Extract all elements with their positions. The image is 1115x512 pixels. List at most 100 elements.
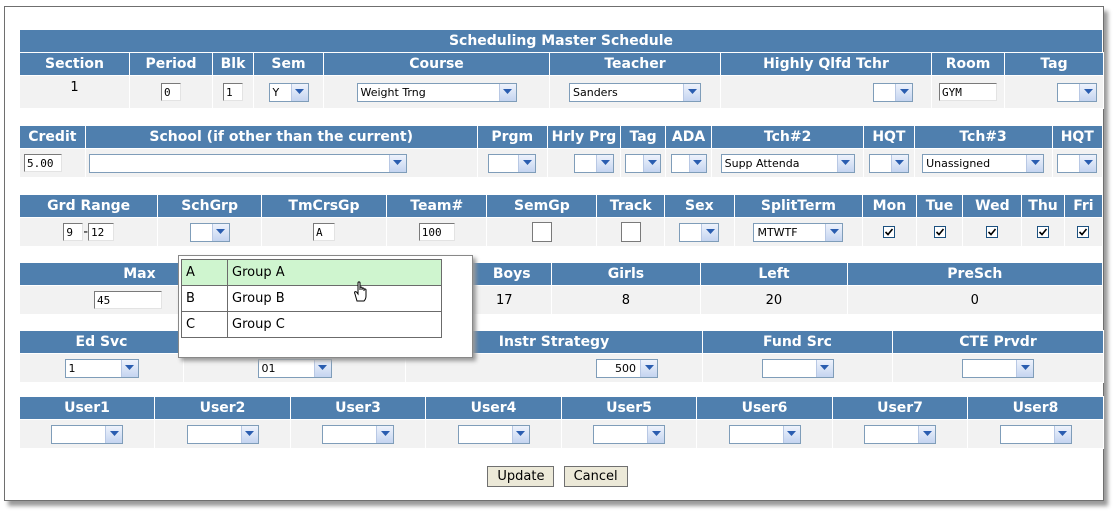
prgm-select[interactable]: [488, 153, 537, 173]
grade-table: Grd Range SchGrp TmCrsGp Team# SemGp Tra…: [18, 194, 1104, 247]
header-prgm: Prgm: [476, 125, 548, 149]
sem-value: Y: [272, 85, 280, 99]
tag-select[interactable]: [1057, 82, 1097, 102]
semgp-input[interactable]: [531, 222, 552, 242]
chevron-down-icon: [683, 83, 700, 101]
chevron-down-icon: [643, 154, 661, 172]
sex-select[interactable]: [679, 222, 720, 242]
chevron-down-icon: [511, 425, 529, 443]
ada-select[interactable]: [670, 153, 707, 173]
header-blk: Blk: [212, 52, 254, 76]
max-input[interactable]: 45: [94, 291, 162, 309]
team-input[interactable]: 100: [418, 223, 455, 241]
track-input[interactable]: [620, 222, 641, 242]
update-button[interactable]: Update: [487, 466, 555, 487]
thu-checkbox[interactable]: [1037, 226, 1050, 238]
user6-select[interactable]: [728, 424, 801, 444]
chevron-down-icon: [701, 223, 719, 241]
instr-strategy-select[interactable]: 500: [596, 358, 658, 378]
header-tmcrsgp: TmCrsGp: [260, 194, 388, 218]
ed-svc-select[interactable]: 1: [64, 358, 139, 378]
user7-select[interactable]: [864, 424, 936, 444]
schgrp-option-b[interactable]: B Group B: [181, 285, 442, 312]
header-credit: Credit: [19, 125, 86, 149]
sem-select[interactable]: Y: [268, 82, 309, 102]
tch3-select[interactable]: Unassigned: [922, 153, 1045, 173]
header-team: Team#: [386, 194, 488, 218]
wed-checkbox[interactable]: [986, 226, 999, 238]
chevron-down-icon: [120, 359, 138, 377]
header-teacher: Teacher: [549, 52, 721, 76]
header-thu: Thu: [1021, 194, 1065, 218]
splitterm-select[interactable]: MTWTF: [753, 222, 844, 242]
blk-input[interactable]: 1: [223, 83, 243, 101]
instr-strategy-value: 500: [615, 361, 636, 375]
user8-select[interactable]: [999, 424, 1072, 444]
section-table: Section Period Blk Sem Course Teacher Hi…: [19, 52, 1104, 109]
teacher-select[interactable]: Sanders: [569, 82, 701, 102]
header-grd-range: Grd Range: [18, 194, 159, 218]
chevron-down-icon: [836, 154, 854, 172]
header-tag2: Tag: [620, 125, 667, 149]
header-cte-prvdr: CTE Prvdr: [892, 330, 1104, 354]
school-select[interactable]: [88, 153, 407, 173]
chevron-down-icon: [647, 425, 664, 443]
chevron-down-icon: [211, 223, 229, 241]
chevron-down-icon: [1016, 359, 1033, 377]
chevron-down-icon: [388, 154, 406, 172]
mon-checkbox[interactable]: [883, 226, 896, 238]
left-value: 20: [700, 285, 848, 315]
hqt3-select[interactable]: [1057, 153, 1098, 173]
header-tch2: Tch#2: [711, 125, 865, 149]
header-user1: User1: [19, 396, 155, 420]
tue-checkbox[interactable]: [933, 226, 946, 238]
header-hqt3: HQT: [1051, 125, 1104, 149]
hqt2-select[interactable]: [868, 153, 909, 173]
tmcrsgp-input[interactable]: A: [313, 223, 335, 241]
user4-select[interactable]: [457, 424, 530, 444]
tag2-select[interactable]: [625, 153, 662, 173]
hand-cursor-icon: [354, 281, 367, 302]
course-value: Weight Trng: [360, 85, 426, 99]
grd-from-input[interactable]: 9: [63, 223, 84, 241]
schgrp-option-c[interactable]: C Group C: [181, 311, 442, 338]
user5-select[interactable]: [593, 424, 665, 444]
grd-to-input[interactable]: 12: [88, 223, 115, 241]
fri-checkbox[interactable]: [1077, 226, 1090, 238]
header-fund-src: Fund Src: [702, 330, 893, 354]
chevron-down-icon: [782, 425, 800, 443]
hrly-prg-select[interactable]: [574, 153, 615, 173]
room-input[interactable]: GYM: [939, 83, 997, 101]
instr-code-select[interactable]: 01: [257, 358, 332, 378]
header-splitterm: SplitTerm: [733, 194, 864, 218]
header-girls: Girls: [550, 262, 702, 286]
cte-prvdr-select[interactable]: [962, 358, 1034, 378]
header-user4: User4: [425, 396, 562, 420]
header-user3: User3: [290, 396, 426, 420]
cancel-button[interactable]: Cancel: [563, 466, 628, 487]
credit-input[interactable]: 5.00: [24, 154, 62, 172]
period-input[interactable]: 0: [161, 83, 181, 101]
header-mon: Mon: [862, 194, 917, 218]
schgrp-option-a[interactable]: A Group A: [181, 259, 442, 286]
chevron-down-icon: [1079, 83, 1096, 101]
header-sem: Sem: [253, 52, 324, 76]
course-select[interactable]: Weight Trng: [356, 82, 517, 102]
header-user7: User7: [832, 396, 968, 420]
user1-select[interactable]: [51, 424, 123, 444]
header-tch3: Tch#3: [913, 125, 1053, 149]
header-semgp: SemGp: [486, 194, 598, 218]
schgrp-select[interactable]: [189, 222, 230, 242]
chevron-down-icon: [1053, 425, 1071, 443]
user3-select[interactable]: [322, 424, 394, 444]
user2-select[interactable]: [186, 424, 259, 444]
header-wed: Wed: [962, 194, 1023, 218]
chevron-down-icon: [1079, 154, 1097, 172]
highly-qlfd-tchr-select[interactable]: [873, 82, 913, 102]
tch2-select[interactable]: Supp Attenda: [720, 153, 855, 173]
header-user5: User5: [561, 396, 697, 420]
header-course: Course: [323, 52, 550, 76]
chevron-down-icon: [498, 83, 516, 101]
fund-src-select[interactable]: [761, 358, 834, 378]
header-left: Left: [700, 262, 848, 286]
